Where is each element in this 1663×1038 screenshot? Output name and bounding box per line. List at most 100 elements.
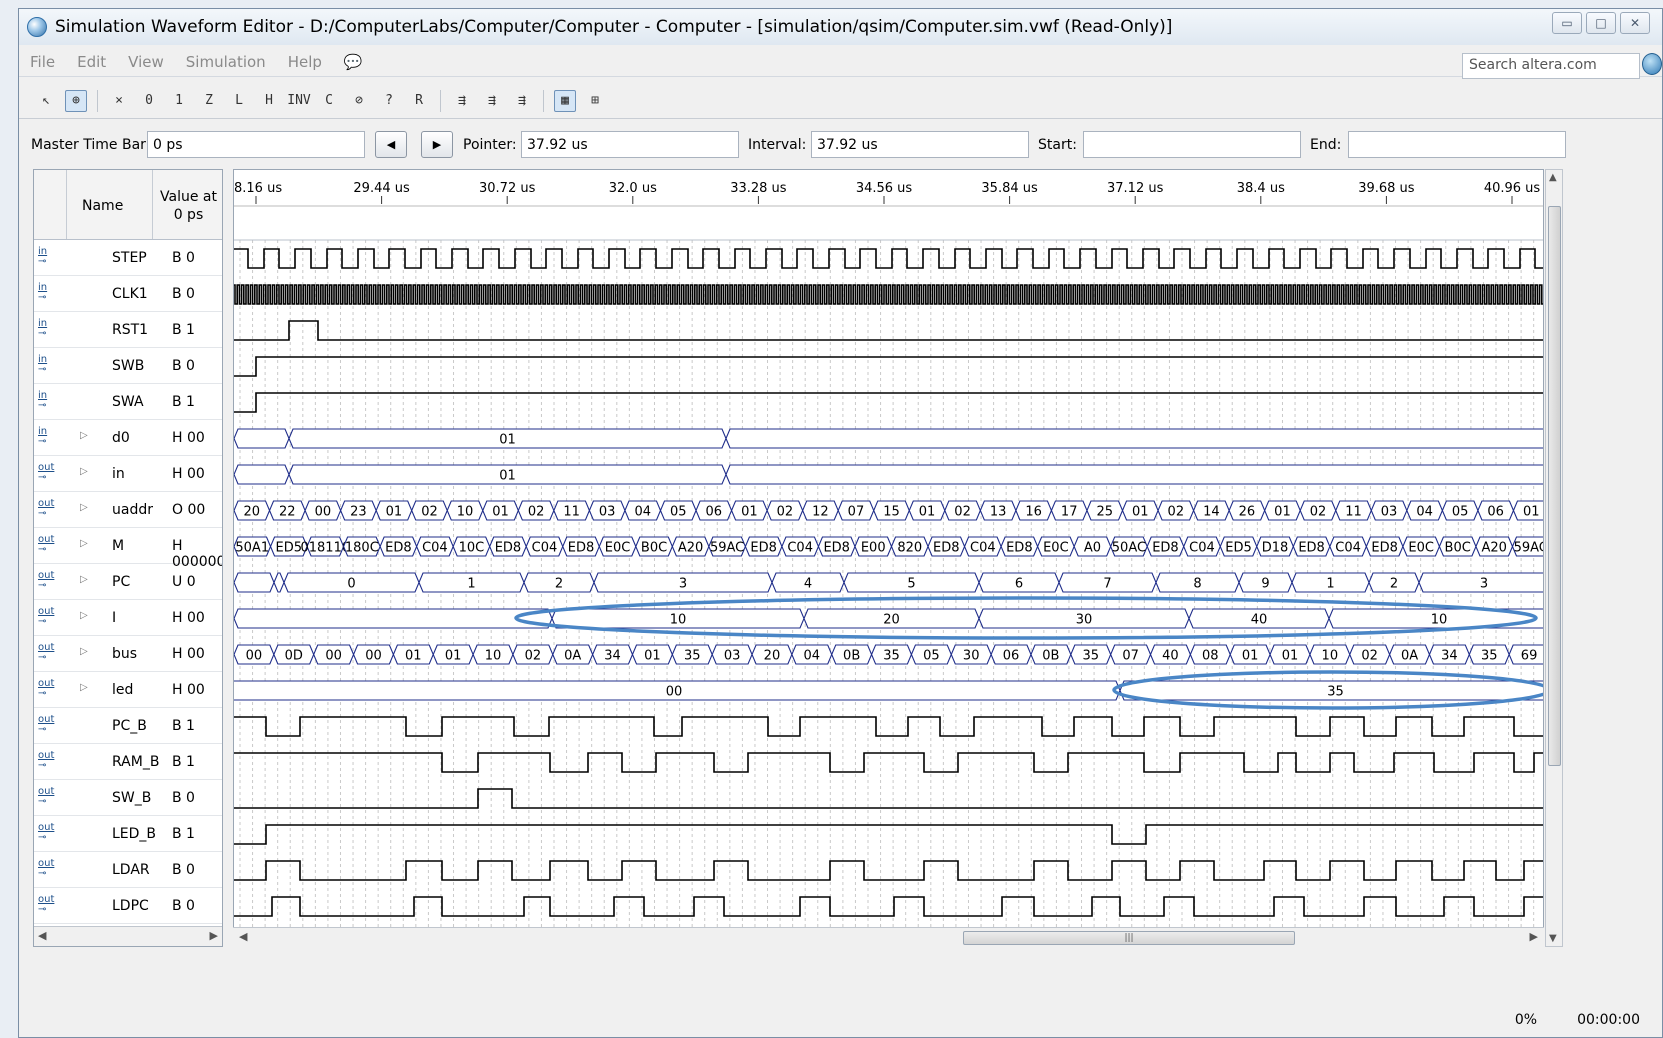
minimize-button[interactable]: ▭: [1552, 12, 1582, 34]
signal-row[interactable]: out ⊸ ▷ PC U 0: [34, 564, 222, 600]
previous-transition-button[interactable]: ◀: [375, 131, 407, 158]
scroll-left-icon[interactable]: ◀: [239, 930, 247, 943]
end-field[interactable]: [1348, 131, 1566, 158]
globe-icon[interactable]: [1642, 53, 1662, 75]
signal-name: LED_B: [112, 826, 157, 842]
scroll-right-icon[interactable]: ▶: [1530, 930, 1538, 943]
m-value: ED8: [1371, 541, 1398, 556]
name-column-header[interactable]: Name: [82, 198, 123, 214]
signal-row[interactable]: in ⊸ SWA B 1: [34, 384, 222, 420]
bus-value: 00: [246, 649, 263, 664]
expand-icon[interactable]: ▷: [80, 682, 88, 693]
pointer-field[interactable]: 37.92 us: [521, 131, 739, 158]
bus-value: 06: [1003, 649, 1020, 664]
waveform-editor-window: Simulation Waveform Editor - D:/Computer…: [18, 8, 1663, 1038]
signal-row[interactable]: in ⊸ STEP B 0: [34, 240, 222, 276]
waveform-panel[interactable]: 8.16 us 29.44 us 30.72 us 32.0 us 33.28 us 34…: [233, 169, 1544, 947]
scroll-down-icon[interactable]: ▼: [1549, 933, 1557, 944]
high-impedance-icon[interactable]: Z: [198, 90, 220, 112]
signal-row[interactable]: out ⊸ ▷ led H 00: [34, 672, 222, 708]
ruler-tick-label: 30.72 us: [479, 181, 536, 196]
invert-icon[interactable]: INV: [287, 90, 310, 112]
signal-value: B 1: [172, 826, 195, 842]
signal-row[interactable]: out ⊸ LDPC B 0: [34, 888, 222, 924]
expand-icon[interactable]: ▷: [80, 502, 88, 513]
next-transition-button[interactable]: ▶: [421, 131, 453, 158]
master-time-field[interactable]: 0 ps: [147, 131, 365, 158]
menu-edit[interactable]: Edit: [66, 53, 117, 71]
waveform-vscroll[interactable]: ▲ ▼: [1545, 169, 1563, 947]
signal-row[interactable]: out ⊸ RAM_B B 1: [34, 744, 222, 780]
signal-row[interactable]: in ⊸ ▷ d0 H 00: [34, 420, 222, 456]
menu-help[interactable]: Help: [277, 53, 333, 71]
output-pin-icon: out ⊸: [38, 750, 55, 771]
waveform-canvas[interactable]: 8.16 us 29.44 us 30.72 us 32.0 us 33.28 us 34…: [234, 170, 1544, 928]
weak-low-icon[interactable]: L: [228, 90, 250, 112]
close-button[interactable]: ✕: [1620, 12, 1650, 34]
signal-row[interactable]: out ⊸ ▷ uaddr O 00: [34, 492, 222, 528]
menu-simulation[interactable]: Simulation: [175, 53, 277, 71]
grid-icon[interactable]: ⊞: [584, 90, 606, 112]
signal-name: bus: [112, 646, 138, 662]
maximize-button[interactable]: □: [1586, 12, 1616, 34]
name-panel-hscroll[interactable]: ◀ ▶: [34, 926, 222, 946]
expand-icon[interactable]: ▷: [80, 466, 88, 477]
signal-row[interactable]: in ⊸ CLK1 B 0: [34, 276, 222, 312]
menu-view[interactable]: View: [117, 53, 175, 71]
bus-value: 35: [684, 649, 701, 664]
pc-value: 0: [347, 577, 355, 592]
interval-field[interactable]: 37.92 us: [811, 131, 1029, 158]
scroll-right-icon[interactable]: ▶: [210, 929, 218, 942]
uaddr-value: 12: [812, 505, 829, 520]
m-value: E0C: [605, 541, 631, 556]
signal-row[interactable]: out ⊸ LED_B B 1: [34, 816, 222, 852]
toolbar: ↖ ⊕ ⨯ 0 1 Z L H INV C ⊘? R ⇶ ⇶ ⇶ ▦ ⊞: [19, 83, 1662, 119]
m-value: A20: [678, 541, 703, 556]
scroll-up-icon[interactable]: ▲: [1549, 172, 1557, 183]
expand-icon[interactable]: ▷: [80, 430, 88, 441]
random-value-icon[interactable]: R: [408, 90, 430, 112]
arbitrary-value-icon[interactable]: ?: [378, 90, 400, 112]
feedback-icon[interactable]: 💬: [333, 53, 374, 71]
signal-row[interactable]: in ⊸ RST1 B 1: [34, 312, 222, 348]
signal-value: B 1: [172, 394, 195, 410]
start-field[interactable]: [1083, 131, 1301, 158]
signal-row[interactable]: out ⊸ ▷ M H 000000: [34, 528, 222, 570]
unknown-value-icon[interactable]: ⨯: [108, 90, 130, 112]
vscroll-thumb[interactable]: [1548, 206, 1561, 766]
waveform-hscroll[interactable]: ◀ ||| ▶: [233, 927, 1544, 947]
hscroll-thumb[interactable]: |||: [963, 931, 1295, 945]
zoom-tool-icon[interactable]: ⊕: [65, 89, 87, 112]
signal-row[interactable]: out ⊸ ▷ I H 00: [34, 600, 222, 636]
expand-icon[interactable]: ▷: [80, 646, 88, 657]
expand-icon[interactable]: ▷: [80, 610, 88, 621]
snap-to-grid-icon[interactable]: ▦: [554, 89, 576, 112]
signal-row[interactable]: out ⊸ ▷ bus H 00: [34, 636, 222, 672]
expand-icon[interactable]: ▷: [80, 574, 88, 585]
search-input[interactable]: Search altera.com: [1462, 53, 1640, 79]
signal-row[interactable]: out ⊸ SW_B B 0: [34, 780, 222, 816]
selection-tool-icon[interactable]: ↖: [35, 90, 57, 112]
weak-high-icon[interactable]: H: [258, 90, 280, 112]
signal-name: SWB: [112, 358, 145, 374]
value-column-header[interactable]: Value at 0 ps: [160, 188, 217, 224]
m-value: E00: [861, 541, 886, 556]
menu-file[interactable]: File: [19, 53, 66, 71]
run-functional-icon[interactable]: ⇶: [451, 90, 473, 112]
expand-icon[interactable]: ▷: [80, 538, 88, 549]
force-low-icon[interactable]: 0: [138, 90, 160, 112]
signal-row[interactable]: out ⊸ LDAR B 0: [34, 852, 222, 888]
uaddr-value: 17: [1061, 505, 1078, 520]
force-high-icon[interactable]: 1: [168, 90, 190, 112]
signal-row[interactable]: out ⊸ ▷ in H 00: [34, 456, 222, 492]
bus-value: 10: [1322, 649, 1339, 664]
signal-row[interactable]: in ⊸ SWB B 0: [34, 348, 222, 384]
count-value-icon[interactable]: C: [318, 90, 340, 112]
clock-value-icon[interactable]: ⊘: [348, 90, 370, 112]
signal-name: LDAR: [112, 862, 150, 878]
run-timing-icon[interactable]: ⇶: [481, 90, 503, 112]
signal-value: U 0: [172, 574, 196, 590]
scroll-left-icon[interactable]: ◀: [38, 929, 46, 942]
run-timing-netlist-icon[interactable]: ⇶: [511, 90, 533, 112]
signal-row[interactable]: out ⊸ PC_B B 1: [34, 708, 222, 744]
